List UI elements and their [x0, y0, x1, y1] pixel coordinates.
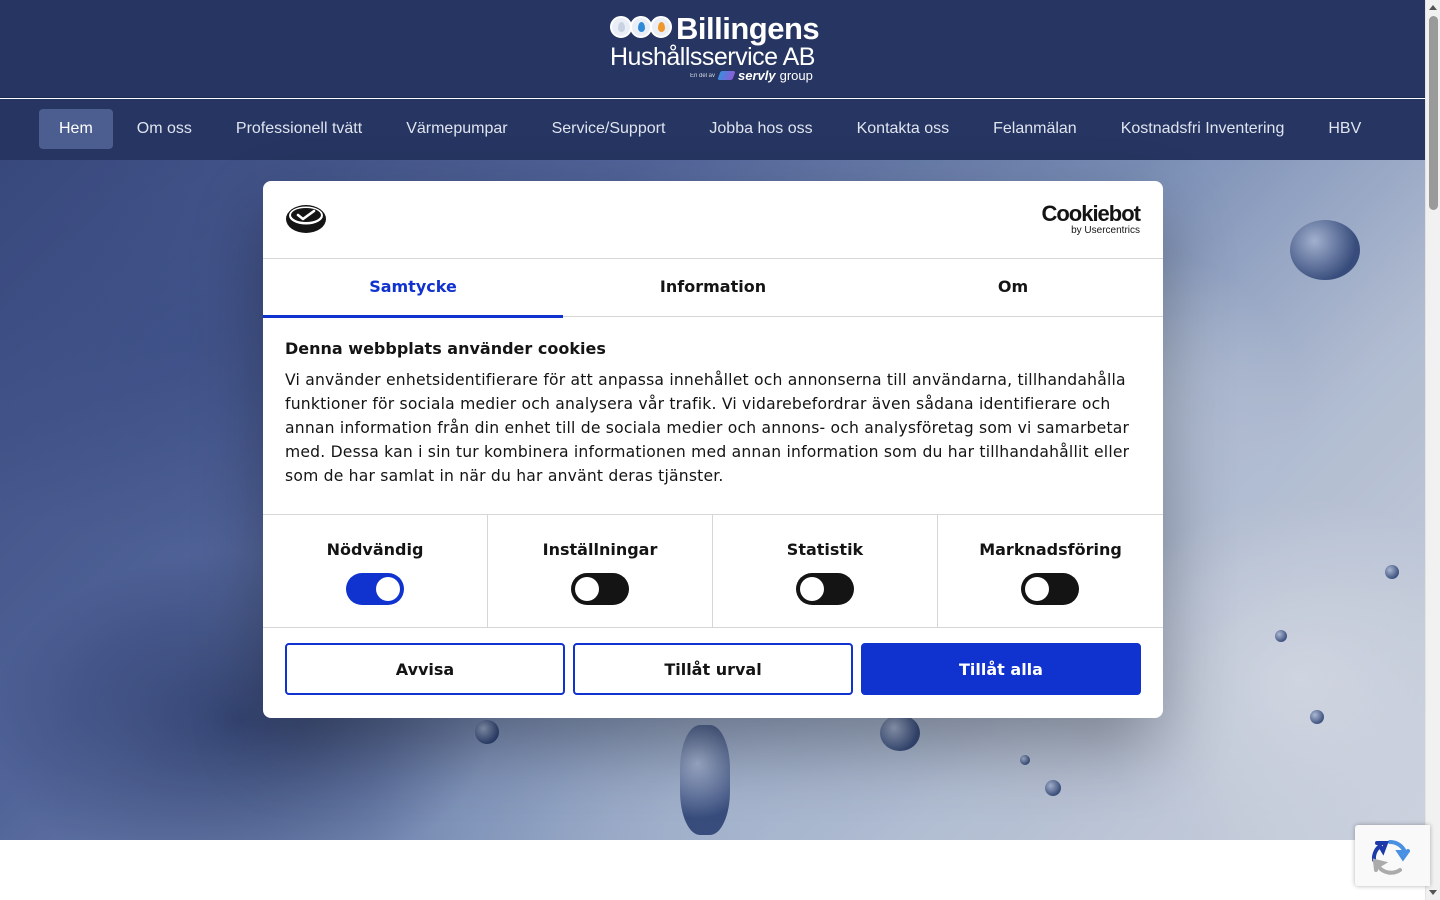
nav-item-professionell-tvatt[interactable]: Professionell tvätt — [216, 109, 382, 149]
toggle-statistik[interactable] — [796, 573, 854, 605]
toggle-marknadsforing[interactable] — [1021, 573, 1079, 605]
dialog-header: Cookiebot by Usercentrics — [263, 181, 1163, 259]
category-label: Nödvändig — [326, 540, 424, 559]
page-content-area — [0, 840, 1425, 900]
page-scrollbar[interactable] — [1425, 0, 1440, 900]
scroll-up-arrow-icon[interactable] — [1429, 5, 1437, 10]
site-header: Billingens Hushållsservice AB En del av … — [0, 0, 1425, 98]
allow-all-button[interactable]: Tillåt alla — [861, 643, 1141, 695]
consent-buttons: Avvisa Tillåt urval Tillåt alla — [285, 643, 1141, 695]
servly-mark-icon — [717, 71, 736, 80]
toggle-nodvandig[interactable] — [346, 573, 404, 605]
nav-item-hem[interactable]: Hem — [39, 109, 113, 149]
consent-title: Denna webbplats använder cookies — [285, 339, 606, 358]
nav-item-jobba-hos-oss[interactable]: Jobba hos oss — [689, 109, 832, 149]
cookiebot-logo-icon — [286, 205, 326, 233]
category-label: Inställningar — [542, 540, 658, 559]
tab-samtycke[interactable]: Samtycke — [263, 259, 563, 318]
tab-information[interactable]: Information — [563, 259, 863, 317]
cookiebot-brand[interactable]: Cookiebot by Usercentrics — [1038, 201, 1141, 237]
nav-item-service-support[interactable]: Service/Support — [532, 109, 686, 149]
cookiebot-brand-by: by Usercentrics — [1071, 225, 1140, 236]
cookiebot-brand-name: Cookiebot — [1041, 201, 1141, 226]
nav-item-hbv[interactable]: HBV — [1308, 109, 1381, 149]
nav-item-om-oss[interactable]: Om oss — [117, 109, 212, 149]
category-label: Marknadsföring — [979, 540, 1122, 559]
logo-group-brand: servly — [738, 68, 776, 83]
nav-item-varmepumpar[interactable]: Värmepumpar — [386, 109, 527, 149]
consent-tabs: Samtycke Information Om — [263, 259, 1163, 318]
category-label: Statistik — [786, 540, 864, 559]
nav-item-kostnadsfri-inventering[interactable]: Kostnadsfri Inventering — [1101, 109, 1305, 149]
logo-name: Billingens — [676, 11, 820, 46]
toggle-installningar[interactable] — [571, 573, 629, 605]
scroll-thumb[interactable] — [1429, 16, 1438, 210]
logo-group-suffix: group — [779, 68, 813, 83]
allow-selection-button[interactable]: Tillåt urval — [573, 643, 853, 695]
category-marknadsforing: Marknadsföring — [938, 515, 1163, 628]
nav-item-felanmalan[interactable]: Felanmälan — [973, 109, 1097, 149]
logo-group-prefix: En del av — [690, 72, 716, 79]
logo-bubbles-icon — [610, 16, 672, 38]
recaptcha-badge[interactable] — [1355, 825, 1430, 886]
scroll-down-arrow-icon[interactable] — [1429, 890, 1437, 895]
logo-group: En del av servly group — [690, 68, 813, 83]
main-nav: Hem Om oss Professionell tvätt Värmepump… — [0, 99, 1425, 160]
consent-description: Vi använder enhetsidentifierare för att … — [285, 371, 1130, 485]
category-statistik: Statistik — [713, 515, 938, 628]
reject-button[interactable]: Avvisa — [285, 643, 565, 695]
recaptcha-icon — [1371, 839, 1410, 875]
category-installningar: Inställningar — [488, 515, 713, 628]
tab-om[interactable]: Om — [863, 259, 1163, 317]
category-nodvandig: Nödvändig — [263, 515, 488, 628]
consent-body: Denna webbplats använder cookies Vi anvä… — [285, 339, 1141, 488]
cookie-consent-dialog: Cookiebot by Usercentrics Samtycke Infor… — [263, 181, 1163, 718]
site-logo[interactable]: Billingens Hushållsservice AB En del av … — [610, 11, 820, 86]
consent-categories: Nödvändig Inställningar Statistik Markna… — [263, 514, 1163, 628]
nav-item-kontakta-oss[interactable]: Kontakta oss — [837, 109, 970, 149]
